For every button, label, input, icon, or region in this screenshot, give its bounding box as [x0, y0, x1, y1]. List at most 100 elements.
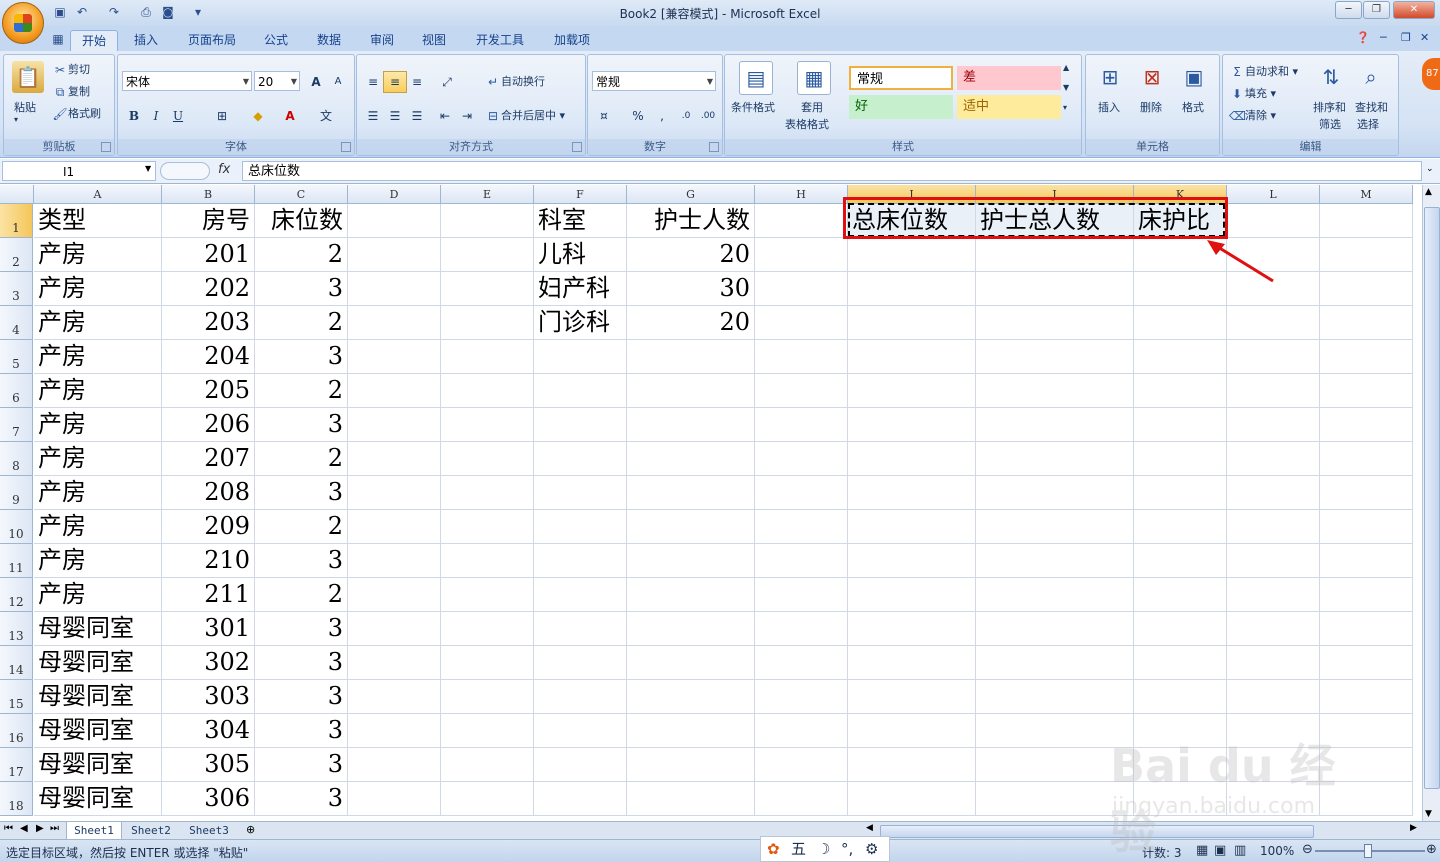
last-sheet-icon[interactable]: ⏭ [50, 823, 59, 834]
cell-d11[interactable] [348, 544, 441, 578]
cell-e1[interactable] [441, 204, 534, 238]
format-cells-icon[interactable]: ▣ [1178, 61, 1210, 93]
cell-f12[interactable] [534, 578, 627, 612]
scroll-down-icon[interactable]: ▼ [1425, 809, 1432, 819]
column-header-f[interactable]: F [534, 185, 627, 204]
cell-h12[interactable] [755, 578, 848, 612]
cell-e5[interactable] [441, 340, 534, 374]
cell-f11[interactable] [534, 544, 627, 578]
tab-home[interactable]: 开始 [70, 30, 118, 52]
horizontal-scroll-thumb[interactable] [880, 825, 1314, 838]
cell-d18[interactable] [348, 782, 441, 816]
style-neutral[interactable]: 适中 [957, 95, 1061, 119]
cell-g16[interactable] [627, 714, 755, 748]
row-header-6[interactable]: 6 [0, 374, 33, 408]
cell-m15[interactable] [1320, 680, 1413, 714]
cell-a7[interactable]: 产房 [34, 408, 162, 442]
cell-b12[interactable]: 211 [162, 578, 255, 612]
cell-c10[interactable]: 2 [255, 510, 348, 544]
font-color-icon[interactable]: A [278, 105, 302, 127]
sort-filter-icon[interactable]: ⇅ [1315, 61, 1347, 93]
zoom-in-icon[interactable]: ⊕ [1426, 842, 1437, 857]
cell-f7[interactable] [534, 408, 627, 442]
cell-b1[interactable]: 房号 [162, 204, 255, 238]
cell-j2[interactable] [976, 238, 1134, 272]
cell-d9[interactable] [348, 476, 441, 510]
cell-m7[interactable] [1320, 408, 1413, 442]
cell-m11[interactable] [1320, 544, 1413, 578]
cell-a8[interactable]: 产房 [34, 442, 162, 476]
cell-b9[interactable]: 208 [162, 476, 255, 510]
name-box[interactable]: I1 [2, 161, 156, 181]
cell-m8[interactable] [1320, 442, 1413, 476]
cell-i1[interactable]: 总床位数 [848, 204, 976, 238]
cell-j5[interactable] [976, 340, 1134, 374]
cell-e10[interactable] [441, 510, 534, 544]
cell-e16[interactable] [441, 714, 534, 748]
cell-a3[interactable]: 产房 [34, 272, 162, 306]
cell-a12[interactable]: 产房 [34, 578, 162, 612]
cell-h6[interactable] [755, 374, 848, 408]
cell-b5[interactable]: 204 [162, 340, 255, 374]
normal-view-icon[interactable]: ▦ [1196, 843, 1208, 858]
cell-e15[interactable] [441, 680, 534, 714]
cell-c15[interactable]: 3 [255, 680, 348, 714]
format-as-table-label-2[interactable]: 表格格式 [785, 116, 829, 132]
cell-k10[interactable] [1134, 510, 1227, 544]
fill-color-icon[interactable]: ◆ [246, 105, 270, 127]
first-sheet-icon[interactable]: ⏮ [4, 823, 13, 834]
cell-l17[interactable] [1227, 748, 1320, 782]
cell-m2[interactable] [1320, 238, 1413, 272]
cell-a2[interactable]: 产房 [34, 238, 162, 272]
cell-b10[interactable]: 209 [162, 510, 255, 544]
paste-dropdown-icon[interactable]: ▾ [14, 115, 18, 124]
alignment-launcher-icon[interactable] [572, 142, 582, 152]
cell-e7[interactable] [441, 408, 534, 442]
cell-b17[interactable]: 305 [162, 748, 255, 782]
cell-h11[interactable] [755, 544, 848, 578]
punctuation-icon[interactable]: °, [841, 837, 853, 861]
moon-icon[interactable]: ☽ [817, 837, 830, 861]
cell-i12[interactable] [848, 578, 976, 612]
cell-k1[interactable]: 床护比 [1134, 204, 1227, 238]
cell-c16[interactable]: 3 [255, 714, 348, 748]
scroll-up-icon[interactable]: ▲ [1425, 187, 1432, 197]
cell-d13[interactable] [348, 612, 441, 646]
cell-f2[interactable]: 儿科 [534, 238, 627, 272]
ribbon-restore-icon[interactable]: ❐ [1401, 31, 1411, 44]
cell-d12[interactable] [348, 578, 441, 612]
vertical-scrollbar[interactable]: ▲ ▼ [1422, 185, 1440, 821]
cell-k11[interactable] [1134, 544, 1227, 578]
merge-center-button[interactable]: ⊟ 合并后居中 ▾ [485, 107, 565, 124]
row-header-14[interactable]: 14 [0, 646, 33, 680]
format-as-table-label-1[interactable]: 套用 [801, 99, 823, 115]
cell-k4[interactable] [1134, 306, 1227, 340]
column-header-c[interactable]: C [255, 185, 348, 204]
delete-cells-icon[interactable]: ⊠ [1136, 61, 1168, 93]
align-bottom-icon[interactable]: ≡ [405, 71, 429, 93]
cell-l4[interactable] [1227, 306, 1320, 340]
cell-l7[interactable] [1227, 408, 1320, 442]
increase-decimal-icon[interactable]: .0 [674, 105, 698, 127]
cell-l12[interactable] [1227, 578, 1320, 612]
cell-m18[interactable] [1320, 782, 1413, 816]
cell-l9[interactable] [1227, 476, 1320, 510]
cell-e2[interactable] [441, 238, 534, 272]
cell-b14[interactable]: 302 [162, 646, 255, 680]
paw-icon[interactable]: ✿ [767, 837, 780, 861]
sheet-tab-3[interactable]: Sheet3 [182, 822, 236, 839]
cell-g1[interactable]: 护士人数 [627, 204, 755, 238]
cell-d5[interactable] [348, 340, 441, 374]
font-name-combo[interactable]: 宋体 ▼ [122, 71, 252, 91]
cell-b4[interactable]: 203 [162, 306, 255, 340]
shrink-font-button[interactable]: A [326, 71, 350, 93]
cell-m9[interactable] [1320, 476, 1413, 510]
decrease-decimal-icon[interactable]: .00 [696, 105, 720, 127]
cell-l10[interactable] [1227, 510, 1320, 544]
cell-i9[interactable] [848, 476, 976, 510]
cell-i11[interactable] [848, 544, 976, 578]
cell-g10[interactable] [627, 510, 755, 544]
format-cells-button[interactable]: 格式 [1182, 99, 1204, 115]
tab-addins[interactable]: 加载项 [546, 30, 598, 51]
cell-m14[interactable] [1320, 646, 1413, 680]
